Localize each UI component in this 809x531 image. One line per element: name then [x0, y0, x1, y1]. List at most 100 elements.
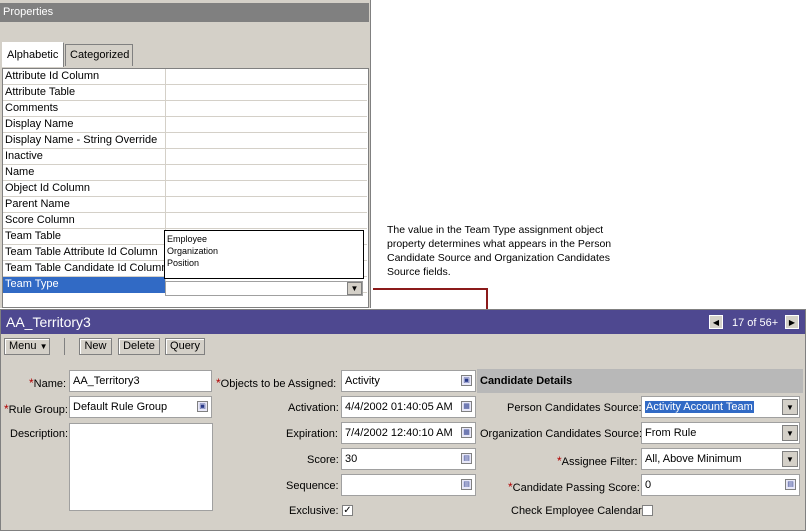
name-label-text: Name:	[33, 378, 67, 390]
callout-line	[373, 288, 487, 290]
name-label: *Name:	[29, 376, 66, 390]
calendar-icon[interactable]: ▦	[461, 427, 472, 438]
property-name: Display Name - String Override	[3, 133, 166, 149]
property-row-object-id-column[interactable]: Object Id Column	[3, 181, 367, 197]
passing-score-field[interactable]: 0 ▤	[641, 474, 800, 496]
property-value[interactable]	[166, 181, 366, 197]
property-row-name[interactable]: Name	[3, 165, 367, 181]
property-row-display-name[interactable]: Display Name	[3, 117, 367, 133]
chevron-down-icon[interactable]: ▼	[782, 425, 798, 441]
score-value: 30	[345, 453, 358, 465]
assignee-filter-label-text: Assignee Filter:	[561, 456, 638, 468]
sequence-field[interactable]: ▤	[341, 474, 476, 496]
rule-group-label: *Rule Group:	[4, 402, 68, 416]
property-name: Parent Name	[3, 197, 166, 213]
rule-group-field[interactable]: Default Rule Group ▣	[69, 396, 212, 418]
property-value[interactable]	[166, 133, 366, 149]
activation-field[interactable]: 4/4/2002 01:40:05 AM ▦	[341, 396, 476, 418]
property-value[interactable]	[166, 117, 366, 133]
sequence-label: Sequence:	[286, 480, 339, 492]
tab-categorized[interactable]: Categorized	[65, 44, 133, 66]
properties-panel-title: Properties	[0, 3, 369, 22]
dropdown-option-employee[interactable]: Employee	[167, 233, 361, 245]
expiration-value: 7/4/2002 12:40:10 AM	[345, 427, 453, 439]
pick-list-icon[interactable]: ▣	[197, 401, 208, 412]
exclusive-checkbox[interactable]: ✓	[342, 505, 353, 516]
assignee-filter-value: All, Above Minimum	[645, 453, 742, 465]
calculator-icon[interactable]: ▤	[461, 453, 472, 464]
property-value[interactable]	[166, 197, 366, 213]
objects-label: *Objects to be Assigned:	[216, 376, 336, 390]
menu-button-label: Menu	[9, 340, 37, 352]
arrow-right-icon: ▶	[788, 317, 796, 327]
expiration-label: Expiration:	[286, 428, 338, 440]
property-value[interactable]	[166, 101, 366, 117]
dropdown-option-organization[interactable]: Organization	[167, 245, 361, 257]
chevron-down-icon[interactable]: ▼	[347, 282, 362, 295]
arrow-left-icon: ◀	[712, 317, 720, 327]
objects-label-text: Objects to be Assigned:	[220, 378, 337, 390]
query-button[interactable]: Query	[165, 338, 205, 355]
property-name: Team Table Candidate Id Column	[3, 261, 166, 277]
property-value[interactable]	[166, 69, 366, 85]
property-row-comments[interactable]: Comments	[3, 101, 367, 117]
team-type-dropdown-list: Employee Organization Position	[164, 230, 364, 279]
expiration-field[interactable]: 7/4/2002 12:40:10 AM ▦	[341, 422, 476, 444]
form-title: AA_Territory3	[6, 314, 91, 330]
org-source-select[interactable]: From Rule ▼	[641, 422, 800, 444]
property-value[interactable]	[166, 165, 366, 181]
team-type-combo[interactable]: ▼	[165, 281, 363, 296]
pick-list-icon[interactable]: ▣	[461, 375, 472, 386]
check-calendar-checkbox[interactable]	[642, 505, 653, 516]
territory-form: AA_Territory3 ◀ 17 of 56+ ▶ Menu ▼ New D…	[0, 309, 806, 531]
calculator-icon[interactable]: ▤	[785, 479, 796, 490]
toolbar-divider	[64, 338, 65, 355]
property-row-attribute-id-column[interactable]: Attribute Id Column	[3, 69, 367, 85]
tab-alphabetic[interactable]: Alphabetic	[2, 42, 64, 67]
passing-score-label: *Candidate Passing Score:	[508, 480, 640, 494]
property-name: Score Column	[3, 213, 166, 229]
calculator-icon[interactable]: ▤	[461, 479, 472, 490]
activation-label: Activation:	[288, 402, 339, 414]
property-name: Attribute Id Column	[3, 69, 166, 85]
score-label: Score:	[307, 454, 339, 466]
property-value[interactable]	[166, 213, 366, 229]
objects-field[interactable]: Activity ▣	[341, 370, 476, 392]
description-field[interactable]	[69, 423, 213, 511]
menu-button[interactable]: Menu ▼	[4, 338, 50, 355]
property-name: Team Type	[3, 277, 166, 293]
passing-score-value: 0	[645, 479, 652, 491]
exclusive-label: Exclusive:	[289, 505, 339, 517]
org-source-value: From Rule	[645, 427, 697, 439]
property-row-parent-name[interactable]: Parent Name	[3, 197, 367, 213]
chevron-down-icon[interactable]: ▼	[782, 451, 798, 467]
new-button[interactable]: New	[79, 338, 112, 355]
description-label: Description:	[10, 428, 69, 440]
property-row-display-name-override[interactable]: Display Name - String Override	[3, 133, 367, 149]
passing-score-label-text: Candidate Passing Score:	[512, 482, 640, 494]
person-source-label: Person Candidates Source:	[507, 402, 642, 414]
property-value[interactable]	[166, 149, 366, 165]
candidate-details-header: Candidate Details	[477, 369, 803, 393]
name-field[interactable]: AA_Territory3	[69, 370, 212, 392]
score-field[interactable]: 30 ▤	[341, 448, 476, 470]
assignee-filter-select[interactable]: All, Above Minimum ▼	[641, 448, 800, 470]
chevron-down-icon[interactable]: ▼	[782, 399, 798, 415]
delete-button[interactable]: Delete	[118, 338, 160, 355]
property-row-attribute-table[interactable]: Attribute Table	[3, 85, 367, 101]
objects-value: Activity	[345, 375, 380, 387]
person-source-select[interactable]: Activity Account Team ▼	[641, 396, 800, 418]
property-name: Comments	[3, 101, 166, 117]
property-value[interactable]	[166, 85, 366, 101]
property-row-score-column[interactable]: Score Column	[3, 213, 367, 229]
dropdown-option-position[interactable]: Position	[167, 257, 361, 269]
property-row-inactive[interactable]: Inactive	[3, 149, 367, 165]
check-calendar-label: Check Employee Calendar:	[511, 505, 645, 517]
rule-group-label-text: Rule Group:	[8, 404, 68, 416]
property-name: Team Table Attribute Id Column	[3, 245, 166, 261]
record-count: 17 of 56+	[732, 317, 779, 329]
calendar-icon[interactable]: ▦	[461, 401, 472, 412]
previous-record-button[interactable]: ◀	[709, 315, 723, 329]
assignee-filter-label: *Assignee Filter:	[557, 454, 637, 468]
next-record-button[interactable]: ▶	[785, 315, 799, 329]
